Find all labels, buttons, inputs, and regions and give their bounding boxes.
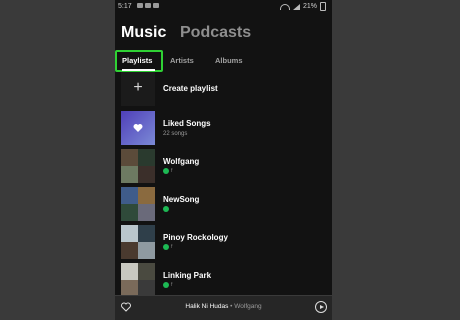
playlist-cover [121,187,155,221]
playlist-cover [121,263,155,297]
cover-tile [121,187,138,204]
liked-songs-title: Liked Songs [163,119,211,128]
status-time: 5:17 [118,3,132,10]
camera-icon [137,3,143,8]
playlist-meta: f [171,244,173,250]
phone-screen: 5:17 21% Music Podcasts Playlists Artist… [115,0,332,320]
create-playlist-label: Create playlist [163,84,218,93]
heart-icon [133,124,143,132]
status-right: 21% [279,0,326,13]
playlist-row[interactable]: Linking Park f [115,263,332,299]
liked-songs-row[interactable]: Liked Songs 22 songs [115,111,332,147]
cover-tile [138,263,155,280]
cover-tile [138,225,155,242]
cover-tile [121,242,138,259]
playlist-cover [121,149,155,183]
plus-icon: + [121,72,155,106]
battery-icon [320,2,326,11]
active-tab-underline [122,69,155,71]
create-playlist-row[interactable]: + Create playlist [115,72,332,108]
mail-icon [153,3,159,8]
cover-tile [138,242,155,259]
playlist-title: Pinoy Rockology [163,233,228,242]
downloaded-icon [163,206,169,212]
wifi-icon [279,3,290,10]
notification-icons [137,3,159,8]
playlist-title: Wolfgang [163,157,200,166]
playlist-meta: f [171,282,173,288]
cover-tile [138,149,155,166]
downloaded-icon [163,244,169,250]
battery-percent: 21% [302,3,317,10]
cover-tile [121,149,138,166]
image-icon [145,3,151,8]
playlist-row[interactable]: Pinoy Rockology f [115,225,332,261]
cover-tile [138,187,155,204]
liked-songs-cover [121,111,155,145]
cover-tile [138,166,155,183]
status-bar: 5:17 21% [115,0,332,13]
downloaded-icon [163,282,169,288]
now-playing-bar[interactable]: Halik Ni Hudas • Wolfgang [115,295,332,320]
playlist-cover [121,225,155,259]
cover-tile [138,204,155,221]
playlist-title: Linking Park [163,271,212,280]
playlist-row[interactable]: Wolfgang f [115,149,332,185]
tab-artists[interactable]: Artists [170,56,194,65]
playlist-meta: f [171,168,173,174]
podcasts-heading[interactable]: Podcasts [180,24,251,42]
cover-tile [121,166,138,183]
music-heading[interactable]: Music [121,24,166,42]
now-playing-artist: Wolfgang [234,303,262,310]
now-playing-song: Halik Ni Hudas [185,303,229,310]
cover-tile [121,204,138,221]
playlist-row[interactable]: NewSong [115,187,332,223]
now-playing-text: Halik Ni Hudas • Wolfgang [115,303,332,310]
playlist-title: NewSong [163,195,200,204]
play-icon[interactable] [315,301,327,313]
cover-tile [121,225,138,242]
cover-tile [121,263,138,280]
downloaded-icon [163,168,169,174]
liked-songs-count: 22 songs [163,131,188,137]
tab-albums[interactable]: Albums [215,56,243,65]
signal-icon [292,3,300,10]
